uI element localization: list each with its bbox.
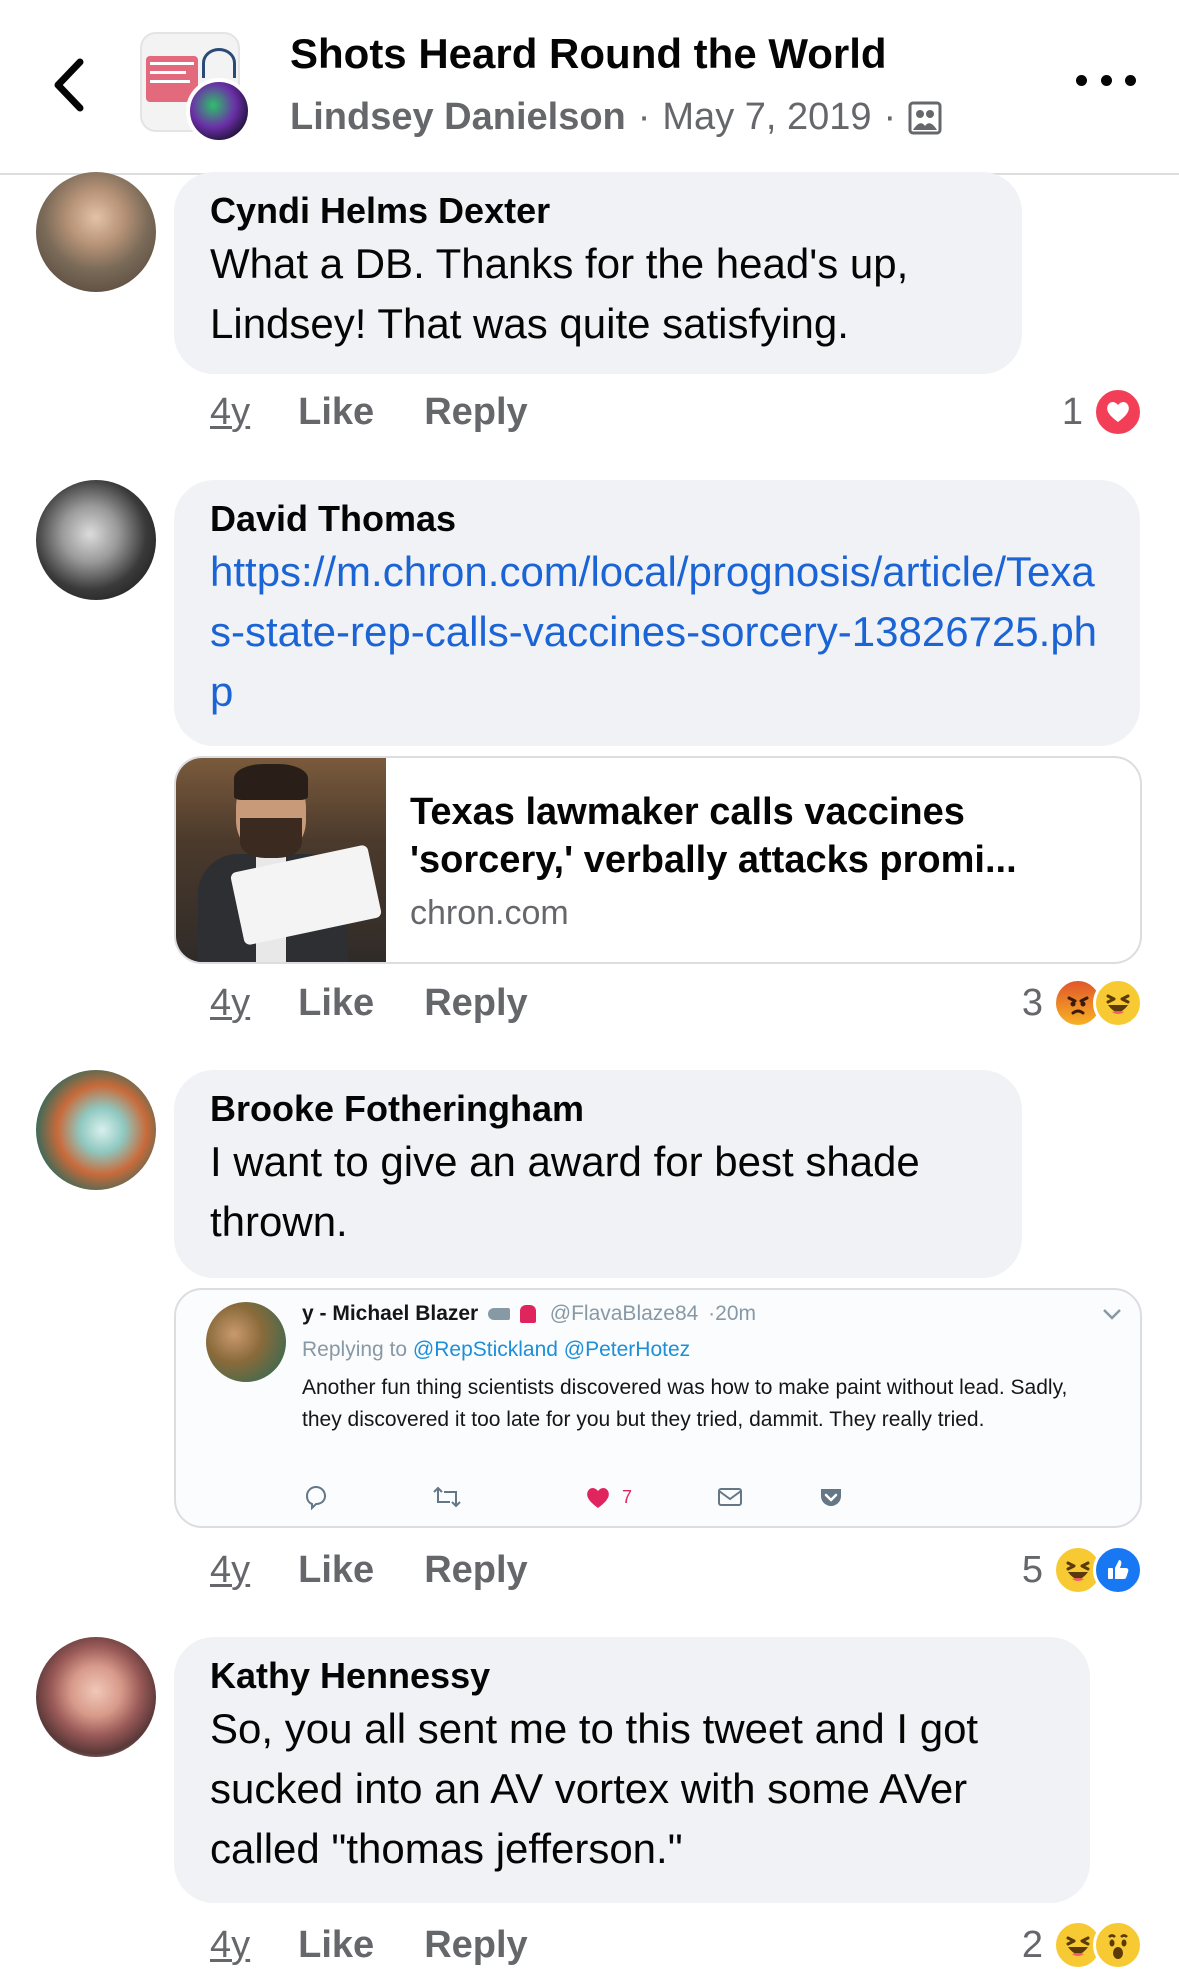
reaction-count: 3 (1021, 981, 1043, 1024)
comment-bubble: Kathy Hennessy So, you all sent me to th… (174, 1637, 1090, 1903)
comment-time[interactable]: 4y (210, 1549, 250, 1592)
tweet-screenshot[interactable]: y - Michael Blazer @FlavaBlaze84 ·20m Re… (174, 1288, 1142, 1528)
commenter-name[interactable]: Kathy Hennessy (210, 1653, 1054, 1699)
reply-button[interactable]: Reply (424, 1549, 527, 1592)
like-button[interactable]: Like (298, 1924, 374, 1967)
love-reaction-icon (1093, 387, 1143, 437)
commenter-name[interactable]: Brooke Fotheringham (210, 1086, 986, 1132)
comment-bubble: David Thomas https://m.chron.com/local/p… (174, 480, 1140, 746)
post-meta: Lindsey Danielson · May 7, 2019 · (290, 96, 942, 139)
reaction-summary[interactable]: 5 (1022, 1544, 1143, 1596)
post-author[interactable]: Lindsey Danielson (290, 96, 626, 139)
comment-actions: 4y Like Reply (210, 387, 578, 437)
rocket-emoji-icon (488, 1308, 511, 1321)
siren-emoji-icon (519, 1305, 536, 1324)
reply-button[interactable]: Reply (424, 982, 527, 1025)
tweet-header: y - Michael Blazer @FlavaBlaze84 ·20m (302, 1302, 756, 1326)
comment-text: I want to give an award for best shade t… (210, 1138, 920, 1245)
group-privacy-icon (908, 101, 942, 134)
comment-time[interactable]: 4y (210, 982, 250, 1025)
tweet-actions: 7 (302, 1482, 1062, 1512)
reply-button[interactable]: Reply (424, 1924, 527, 1967)
tweet-reply-icon (302, 1482, 330, 1512)
tweet-like-count: 7 (622, 1486, 633, 1507)
back-chevron-icon (54, 58, 84, 112)
meta-separator: · (637, 96, 651, 138)
comment-text: What a DB. Thanks for the head's up, Lin… (210, 240, 909, 347)
like-button[interactable]: Like (298, 982, 374, 1025)
haha-reaction-icon (1093, 978, 1143, 1028)
link-preview-image (176, 758, 386, 962)
link-preview-domain: chron.com (410, 894, 569, 932)
tweet-replying-to: Replying to @RepStickland @PeterHotez (302, 1338, 690, 1362)
comment-bubble: Cyndi Helms Dexter What a DB. Thanks for… (174, 172, 1022, 374)
wow-reaction-icon (1093, 1920, 1143, 1970)
tweet-age: ·20m (708, 1302, 757, 1325)
commenter-avatar[interactable] (36, 1637, 156, 1757)
reaction-count: 1 (1061, 390, 1083, 433)
link-preview-card[interactable]: Texas lawmaker calls vaccines 'sorcery,'… (174, 756, 1142, 964)
commenter-name[interactable]: David Thomas (210, 496, 1104, 542)
meta-separator: · (883, 96, 897, 138)
more-options-button[interactable] (1076, 60, 1136, 100)
reaction-summary[interactable]: 1 (1062, 386, 1143, 438)
commenter-avatar[interactable] (36, 1070, 156, 1190)
commenter-avatar[interactable] (36, 172, 156, 292)
tweet-like-icon: 7 (584, 1482, 632, 1512)
comment-time[interactable]: 4y (210, 1924, 250, 1967)
tweet-avatar (206, 1302, 286, 1382)
commenter-avatar[interactable] (36, 480, 156, 600)
like-button[interactable]: Like (298, 1549, 374, 1592)
reaction-summary[interactable]: 3 (1022, 977, 1143, 1029)
replying-to-label: Replying to (302, 1338, 408, 1361)
link-preview-title: Texas lawmaker calls vaccines 'sorcery,'… (410, 791, 1017, 881)
post-header: Shots Heard Round the World Lindsey Dani… (0, 0, 1179, 175)
reply-button[interactable]: Reply (424, 391, 527, 434)
tweet-author: y - Michael Blazer (302, 1302, 479, 1325)
reaction-count: 2 (1021, 1923, 1043, 1966)
tweet-retweet-icon (432, 1482, 462, 1512)
like-button[interactable]: Like (298, 391, 374, 434)
tweet-message-icon (716, 1482, 744, 1512)
comment-actions: 4y Like Reply (210, 1545, 578, 1595)
author-avatar (186, 78, 252, 144)
group-title[interactable]: Shots Heard Round the World (290, 30, 887, 78)
comment-link[interactable]: https://m.chron.com/local/prognosis/arti… (210, 542, 1104, 722)
comment-text: So, you all sent me to this tweet and I … (210, 1705, 979, 1872)
commenter-name[interactable]: Cyndi Helms Dexter (210, 188, 986, 234)
comment-bubble: Brooke Fotheringham I want to give an aw… (174, 1070, 1022, 1278)
like-reaction-icon (1093, 1545, 1143, 1595)
group-avatar[interactable] (140, 32, 252, 144)
tweet-text: Another fun thing scientists discovered … (302, 1376, 1068, 1431)
back-button[interactable] (44, 50, 94, 120)
comment-time[interactable]: 4y (210, 391, 250, 434)
comment-actions: 4y Like Reply (210, 1920, 578, 1970)
tweet-handle: @FlavaBlaze84 (549, 1302, 699, 1325)
tweet-mentions: @RepStickland @PeterHotez (412, 1338, 691, 1361)
comment-actions: 4y Like Reply (210, 978, 578, 1028)
reaction-count: 5 (1021, 1548, 1043, 1591)
reaction-summary[interactable]: 2 (1022, 1919, 1143, 1971)
more-icon (1076, 74, 1087, 86)
chevron-down-icon (1103, 1309, 1121, 1320)
post-date[interactable]: May 7, 2019 (662, 96, 871, 139)
tweet-pocket-icon (818, 1482, 844, 1512)
